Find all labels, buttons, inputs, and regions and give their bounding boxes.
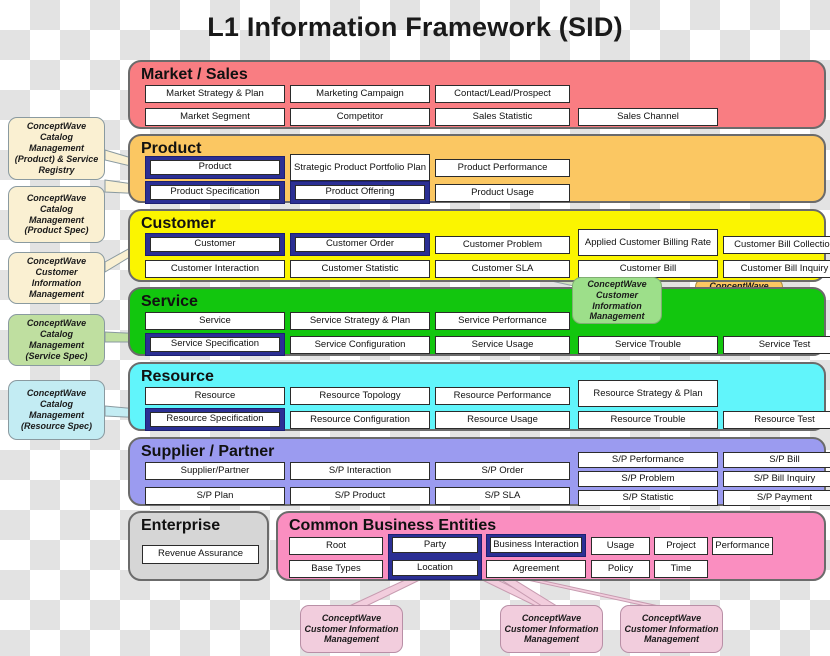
band-service: Service Service Service Strategy & Plan … [128, 287, 830, 356]
entity-box[interactable]: S/P SLA [435, 487, 570, 505]
callout-cw-customer-info-bottom-2[interactable]: ConceptWave Customer Information Managem… [500, 605, 603, 653]
band-customer: Customer Customer Customer Order Custome… [128, 209, 830, 282]
entity-box[interactable]: Service Usage [435, 336, 570, 354]
entity-box[interactable]: S/P Performance [578, 452, 718, 468]
entity-box[interactable]: Sales Channel [578, 108, 718, 126]
band-enterprise: Enterprise Revenue Assurance [128, 511, 269, 581]
callout-cw-catalog-resource-spec[interactable]: ConceptWave Catalog Management (Resource… [8, 380, 105, 440]
entity-box[interactable]: Resource Trouble [578, 411, 718, 429]
band-resource: Resource Resource Resource Topology Reso… [128, 362, 830, 431]
entity-box[interactable]: Resource Specification [150, 412, 280, 427]
entity-box[interactable]: S/P Problem [578, 471, 718, 487]
entity-box[interactable]: Resource Topology [290, 387, 430, 405]
band-title-enterprise: Enterprise [141, 517, 221, 534]
callout-cw-customer-info-bottom-1[interactable]: ConceptWave Customer Information Managem… [300, 605, 403, 653]
entity-box[interactable]: Sales Statistic [435, 108, 570, 126]
band-supplier-partner: Supplier / Partner Supplier/Partner S/P … [128, 437, 830, 506]
entity-box[interactable]: Resource Strategy & Plan [578, 380, 718, 407]
band-title-service: Service [141, 293, 198, 310]
band-common-business-entities: Common Business Entities Root Party Busi… [276, 511, 826, 581]
entity-box[interactable]: S/P Order [435, 462, 570, 480]
band-title-resource: Resource [141, 368, 214, 385]
entity-box[interactable]: Project [654, 537, 708, 555]
entity-box[interactable]: Product Performance [435, 159, 570, 177]
entity-box[interactable]: Service Trouble [578, 336, 718, 354]
entity-box[interactable]: Customer SLA [435, 260, 570, 278]
entity-box[interactable]: Marketing Campaign [290, 85, 430, 103]
entity-box[interactable]: Service Strategy & Plan [290, 312, 430, 330]
entity-box[interactable]: Customer Bill Collection [723, 236, 830, 254]
entity-box[interactable]: Resource Configuration [290, 411, 430, 429]
callout-cw-catalog-product-spec[interactable]: ConceptWave Catalog Management (Product … [8, 186, 105, 243]
entity-box[interactable]: Location [392, 560, 478, 576]
entity-box[interactable]: Root [289, 537, 383, 555]
entity-box[interactable]: Customer Order [295, 237, 425, 252]
entity-box[interactable]: Competitor [290, 108, 430, 126]
entity-box[interactable]: Product [150, 160, 280, 175]
callout-cw-catalog-service-spec[interactable]: ConceptWave Catalog Management (Service … [8, 314, 105, 366]
entity-box[interactable]: S/P Bill Inquiry [723, 471, 830, 487]
entity-box[interactable]: Time [654, 560, 708, 578]
entity-box[interactable]: Customer [150, 237, 280, 252]
band-product: Product Product Strategic Product Portfo… [128, 134, 826, 328]
entity-box[interactable]: Market Strategy & Plan [145, 85, 285, 103]
entity-box[interactable]: Service Performance [435, 312, 570, 330]
diagram-canvas: L1 Information Framework (SID) Market / … [0, 0, 830, 656]
entity-box[interactable]: S/P Plan [145, 487, 285, 505]
band-title-common-business-entities: Common Business Entities [289, 517, 497, 534]
entity-box[interactable]: Product Offering [295, 185, 425, 200]
page-title: L1 Information Framework (SID) [207, 12, 623, 42]
entity-box[interactable]: Agreement [486, 560, 586, 578]
entity-box[interactable]: Product Usage [435, 184, 570, 202]
entity-box[interactable]: Revenue Assurance [142, 545, 259, 564]
entity-box[interactable]: Customer Problem [435, 236, 570, 254]
callout-cw-customer-info-center[interactable]: ConceptWave Customer Information Managem… [572, 277, 662, 324]
callout-cw-customer-info-bottom-3[interactable]: ConceptWave Customer Information Managem… [620, 605, 723, 653]
callout-cw-catalog-product[interactable]: ConceptWave Catalog Management (Product)… [8, 117, 105, 180]
entity-box[interactable]: Usage [591, 537, 650, 555]
entity-box[interactable]: Party [392, 537, 478, 553]
band-title-customer: Customer [141, 215, 216, 232]
entity-box[interactable]: S/P Interaction [290, 462, 430, 480]
entity-box[interactable]: Customer Statistic [290, 260, 430, 278]
band-title-market-sales: Market / Sales [141, 66, 248, 83]
entity-box[interactable]: Customer Interaction [145, 260, 285, 278]
entity-box[interactable]: Strategic Product Portfolio Plan [290, 154, 430, 181]
entity-box[interactable]: S/P Payment [723, 490, 830, 506]
entity-box[interactable]: Base Types [289, 560, 383, 578]
entity-box[interactable]: Resource Performance [435, 387, 570, 405]
entity-box[interactable]: Customer Bill Inquiry [723, 260, 830, 278]
entity-box[interactable]: S/P Statistic [578, 490, 718, 506]
entity-box[interactable]: Product Specification [150, 185, 280, 200]
band-title-supplier-partner: Supplier / Partner [141, 443, 275, 460]
entity-box[interactable]: Applied Customer Billing Rate [578, 229, 718, 256]
entity-box[interactable]: Policy [591, 560, 650, 578]
entity-box[interactable]: Business Interaction [490, 537, 582, 553]
band-market-sales: Market / Sales Market Strategy & Plan Ma… [128, 60, 826, 129]
entity-box[interactable]: Market Segment [145, 108, 285, 126]
entity-box[interactable]: Supplier/Partner [145, 462, 285, 480]
entity-box[interactable]: Resource [145, 387, 285, 405]
entity-box[interactable]: S/P Bill [723, 452, 830, 468]
entity-box[interactable]: Contact/Lead/Prospect [435, 85, 570, 103]
entity-box[interactable]: Service [145, 312, 285, 330]
entity-box[interactable]: Customer Bill [578, 260, 718, 278]
entity-box[interactable]: Service Specification [150, 337, 280, 352]
entity-box[interactable]: Performance [712, 537, 773, 555]
callout-cw-customer-info-left[interactable]: ConceptWave Customer Information Managem… [8, 252, 105, 304]
entity-box[interactable]: Resource Usage [435, 411, 570, 429]
entity-box[interactable]: S/P Product [290, 487, 430, 505]
entity-box[interactable]: Service Test [723, 336, 830, 354]
entity-box[interactable]: Service Configuration [290, 336, 430, 354]
entity-box[interactable]: Resource Test [723, 411, 830, 429]
